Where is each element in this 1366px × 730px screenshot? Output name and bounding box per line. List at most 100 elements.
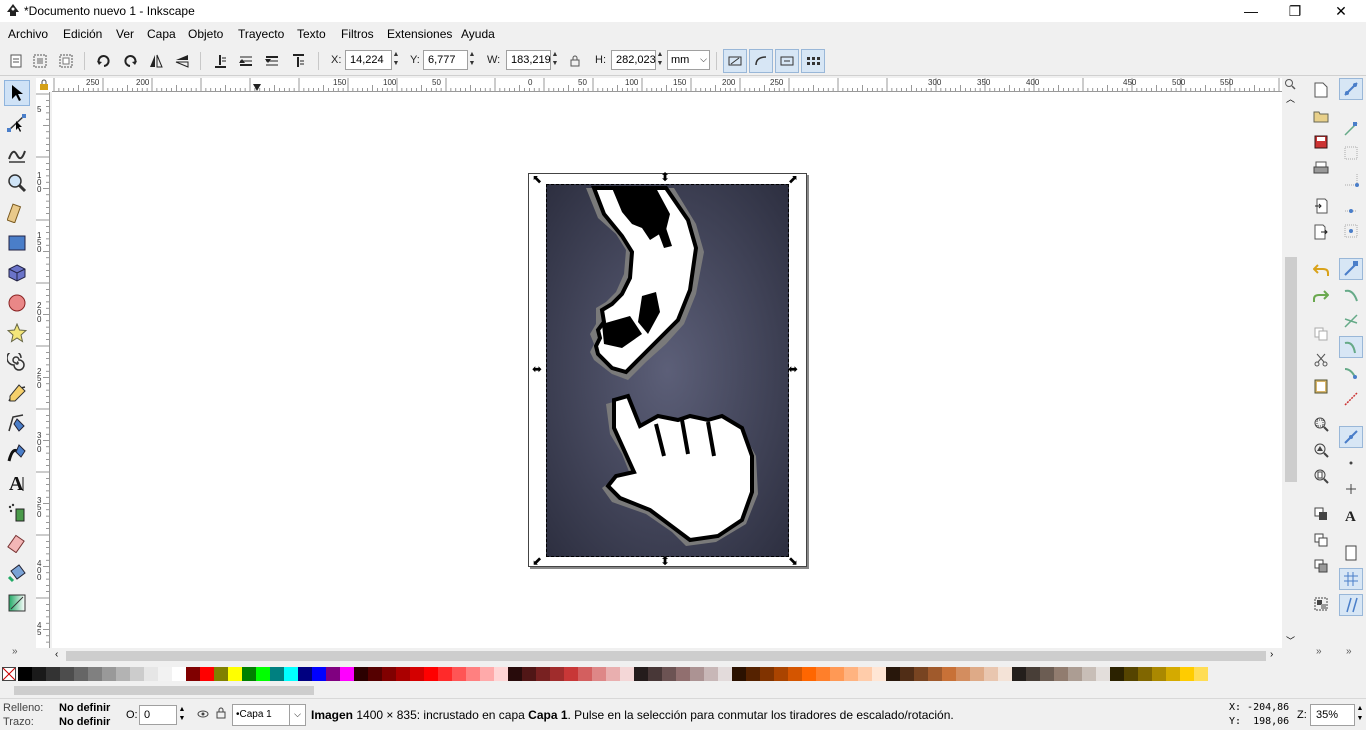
node-tool-icon[interactable] xyxy=(4,110,30,136)
snap-bbox-icon[interactable] xyxy=(1339,118,1363,140)
color-swatch[interactable] xyxy=(550,667,564,681)
eye-icon[interactable] xyxy=(197,708,209,720)
unit-select[interactable]: mm ⌵ xyxy=(667,50,710,70)
color-swatch[interactable] xyxy=(186,667,200,681)
lock-icon[interactable] xyxy=(565,51,585,71)
color-swatch[interactable] xyxy=(74,667,88,681)
color-swatch[interactable] xyxy=(88,667,102,681)
eraser-tool-icon[interactable] xyxy=(4,530,30,556)
raise-to-top-icon[interactable] xyxy=(288,51,308,71)
pen-tool-icon[interactable] xyxy=(4,410,30,436)
color-swatch[interactable] xyxy=(1096,667,1110,681)
menu-texto[interactable]: Texto xyxy=(297,27,326,41)
color-swatch[interactable] xyxy=(326,667,340,681)
color-swatch[interactable] xyxy=(718,667,732,681)
color-swatch[interactable] xyxy=(1138,667,1152,681)
unlink-clone-icon[interactable] xyxy=(1311,556,1331,576)
new-document-icon[interactable] xyxy=(1311,80,1331,100)
color-swatch[interactable] xyxy=(508,667,522,681)
snap-grids-icon[interactable] xyxy=(1339,568,1363,590)
snap-others-icon[interactable] xyxy=(1339,426,1363,448)
color-swatch[interactable] xyxy=(620,667,634,681)
scroll-up-icon[interactable]: ︿ xyxy=(1286,92,1295,105)
menu-ver[interactable]: Ver xyxy=(116,27,134,41)
color-swatch[interactable] xyxy=(32,667,46,681)
color-swatch[interactable] xyxy=(312,667,326,681)
color-swatch[interactable] xyxy=(844,667,858,681)
color-swatch[interactable] xyxy=(1124,667,1138,681)
zoom-tool-icon[interactable] xyxy=(4,170,30,196)
menu-capa[interactable]: Capa xyxy=(147,27,176,41)
color-swatch[interactable] xyxy=(1180,667,1194,681)
zoom-selection-icon[interactable] xyxy=(1311,414,1331,434)
snap-center-icon[interactable] xyxy=(1339,452,1363,474)
y-stepper[interactable]: ▲ ▼ xyxy=(467,50,477,70)
color-swatch[interactable] xyxy=(270,667,284,681)
paint-bucket-tool-icon[interactable] xyxy=(4,560,30,586)
color-swatch[interactable] xyxy=(872,667,886,681)
deselect-icon[interactable] xyxy=(56,51,76,71)
zoom-input[interactable]: 35% xyxy=(1310,704,1355,726)
handle-nw-icon[interactable]: ⬉ xyxy=(532,172,542,186)
color-swatch[interactable] xyxy=(522,667,536,681)
zoom-page-icon[interactable] xyxy=(1311,466,1331,486)
tweak-tool-icon[interactable] xyxy=(4,140,30,166)
menu-extensiones[interactable]: Extensiones xyxy=(387,27,452,41)
select-all-icon[interactable] xyxy=(6,51,26,71)
handle-w-icon[interactable]: ⬌ xyxy=(532,362,542,376)
color-swatch[interactable] xyxy=(760,667,774,681)
color-swatch[interactable] xyxy=(242,667,256,681)
color-swatch[interactable] xyxy=(354,667,368,681)
color-swatch[interactable] xyxy=(298,667,312,681)
color-swatch[interactable] xyxy=(466,667,480,681)
color-swatch[interactable] xyxy=(172,667,186,681)
menu-filtros[interactable]: Filtros xyxy=(341,27,374,41)
color-swatch[interactable] xyxy=(200,667,214,681)
scale-stroke-toggle[interactable] xyxy=(723,49,747,73)
snap-page-border-icon[interactable] xyxy=(1339,542,1363,564)
undo-icon[interactable] xyxy=(1311,260,1331,280)
selector-tool-icon[interactable] xyxy=(4,80,30,106)
3dbox-tool-icon[interactable] xyxy=(4,260,30,286)
maximize-button[interactable]: ❐ xyxy=(1272,0,1318,22)
color-swatch[interactable] xyxy=(956,667,970,681)
opacity-input[interactable]: 0 xyxy=(139,705,177,725)
menu-edicion[interactable]: Edición xyxy=(63,27,102,41)
snap-bbox-midpoint-icon[interactable] xyxy=(1339,194,1363,216)
color-swatch[interactable] xyxy=(746,667,760,681)
horizontal-scroll-thumb[interactable] xyxy=(66,651,1266,661)
save-icon[interactable] xyxy=(1311,132,1331,152)
more-snap-icon[interactable]: » xyxy=(1346,646,1352,657)
color-swatch[interactable] xyxy=(662,667,676,681)
copy-icon[interactable] xyxy=(1311,324,1331,344)
menu-ayuda[interactable]: Ayuda xyxy=(461,27,495,41)
group-icon[interactable] xyxy=(1311,594,1331,614)
color-swatch[interactable] xyxy=(1166,667,1180,681)
color-swatch[interactable] xyxy=(998,667,1012,681)
color-swatch[interactable] xyxy=(18,667,32,681)
star-tool-icon[interactable] xyxy=(4,320,30,346)
spiral-tool-icon[interactable] xyxy=(4,350,30,376)
snap-smooth-icon[interactable] xyxy=(1339,362,1363,384)
color-swatch[interactable] xyxy=(1152,667,1166,681)
color-swatch[interactable] xyxy=(928,667,942,681)
color-swatch[interactable] xyxy=(116,667,130,681)
stroke-value[interactable]: No definir xyxy=(59,716,110,728)
color-swatch[interactable] xyxy=(284,667,298,681)
drawing-canvas[interactable]: ⬉ ⬍ ⬈ ⬌ ⬌ ⬋ ⬍ ⬊ xyxy=(52,92,1282,648)
color-swatch[interactable] xyxy=(1026,667,1040,681)
h-stepper[interactable]: ▲ ▼ xyxy=(655,50,665,70)
color-swatch[interactable] xyxy=(1012,667,1026,681)
w-input[interactable]: 183,219 xyxy=(506,50,551,70)
color-swatch[interactable] xyxy=(410,667,424,681)
select-all-layers-icon[interactable] xyxy=(30,51,50,71)
color-swatch[interactable] xyxy=(368,667,382,681)
color-swatch[interactable] xyxy=(1040,667,1054,681)
measure-tool-icon[interactable] xyxy=(4,200,30,226)
color-swatch[interactable] xyxy=(690,667,704,681)
color-swatch[interactable] xyxy=(830,667,844,681)
snap-nodes-icon[interactable] xyxy=(1339,258,1363,280)
color-swatch[interactable] xyxy=(256,667,270,681)
color-swatch[interactable] xyxy=(774,667,788,681)
lower-icon[interactable] xyxy=(236,51,256,71)
